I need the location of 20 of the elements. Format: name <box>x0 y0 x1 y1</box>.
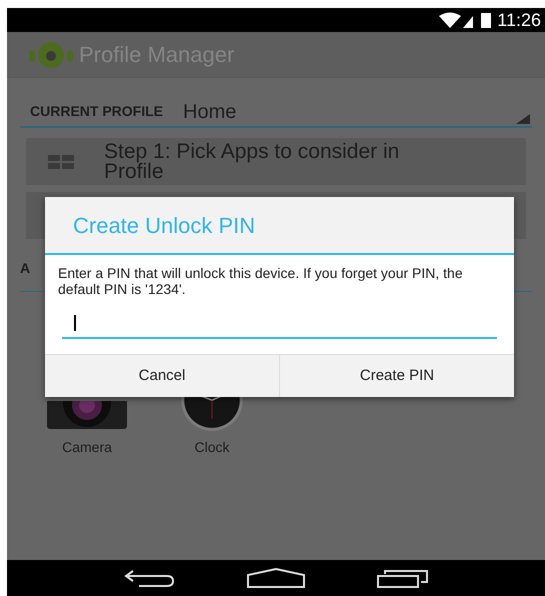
camera-icon <box>45 401 129 431</box>
wifi-signal-icon <box>439 12 476 28</box>
dialog-message: Enter a PIN that will unlock this device. If you forget your PIN, the default PIN is '1234'. <box>58 265 464 297</box>
back-icon[interactable] <box>123 568 175 588</box>
grid-icon <box>48 154 74 168</box>
dropdown-corner-icon <box>516 114 530 124</box>
home-icon[interactable] <box>247 568 305 588</box>
text-cursor <box>74 315 76 331</box>
robot-icon <box>29 40 73 70</box>
step-label: Step 1: Pick Apps to consider in Profile <box>104 142 400 182</box>
dialog-title: Create Unlock PIN <box>73 212 256 240</box>
current-profile-label: CURRENT PROFILE <box>30 102 163 121</box>
dialog-button[interactable]: Cancel <box>45 355 279 397</box>
section-header: A <box>20 260 30 276</box>
recents-icon[interactable] <box>377 568 429 588</box>
app-label: Camera <box>62 438 112 457</box>
app-label: Clock <box>194 438 230 457</box>
dialog-button[interactable]: Create PIN <box>279 355 514 397</box>
battery-icon <box>481 12 492 28</box>
status-time: 11:26 <box>497 11 541 29</box>
